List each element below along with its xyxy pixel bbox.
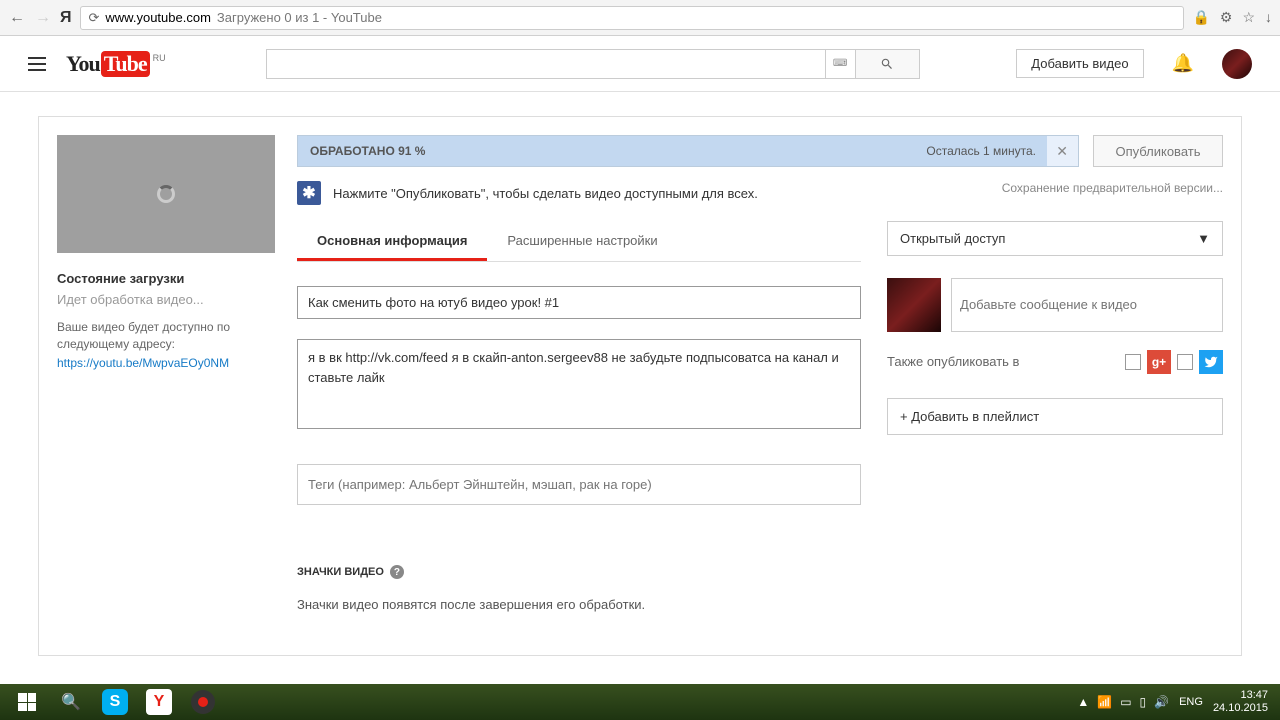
hint-text: Нажмите "Опубликовать", чтобы сделать ви… [333,186,758,201]
also-publish-label: Также опубликовать в [887,354,1019,369]
gplus-icon[interactable]: g+ [1147,350,1171,374]
share-row [887,278,1223,332]
recorder-taskbar-icon[interactable] [182,686,224,718]
upload-main: ОБРАБОТАНО 91 % Осталась 1 минута. ✕ Опу… [297,135,1223,637]
progress-eta: Осталась 1 минута. [926,144,1036,158]
right-column: Сохранение предварительной версии... Отк… [887,177,1223,612]
address-bar[interactable]: ⟳ www.youtube.com Загружено 0 из 1 - You… [80,6,1185,30]
upload-button[interactable]: Добавить видео [1016,49,1143,78]
forward-button[interactable]: → [34,9,52,27]
tab-basic[interactable]: Основная информация [297,223,487,261]
browser-right-icons: 🔒 ⚙ ☆ ↓ [1192,9,1272,26]
progress-bar: ОБРАБОТАНО 91 % Осталась 1 минута. ✕ [297,135,1079,167]
lock-icon[interactable]: 🔒 [1192,9,1209,26]
upload-status-title: Состояние загрузки [57,271,275,286]
progress-label: ОБРАБОТАНО 91 % [310,144,425,158]
search-button[interactable] [856,49,920,79]
progress-row: ОБРАБОТАНО 91 % Осталась 1 минута. ✕ Опу… [297,135,1223,167]
privacy-selected: Открытый доступ [900,231,1005,246]
video-tags-input[interactable] [297,464,861,505]
action-center-icon[interactable]: ▭ [1120,695,1131,709]
taskbar-left: 🔍 S Y [6,686,224,718]
taskbar: 🔍 S Y ▲ 📶 ▭ ▯ 🔊 ENG 13:47 24.10.2015 [0,684,1280,720]
notifications-icon[interactable]: 🔔 [1172,53,1194,74]
share-message-input[interactable] [951,278,1223,332]
help-icon[interactable]: ? [390,565,404,579]
tabs: Основная информация Расширенные настройк… [297,223,861,262]
url-text: www.youtube.com [105,10,211,25]
clock[interactable]: 13:47 24.10.2015 [1213,689,1274,715]
download-icon[interactable]: ↓ [1265,9,1272,26]
search-taskbar-icon[interactable]: 🔍 [50,686,92,718]
settings-icon[interactable]: ⚙ [1220,9,1233,26]
search-bar: ⌨ [266,49,957,79]
keyboard-icon[interactable]: ⌨ [826,49,856,79]
cancel-upload-icon[interactable]: ✕ [1056,143,1068,160]
share-avatar [887,278,941,332]
body-row: ✱ Нажмите "Опубликовать", чтобы сделать … [297,177,1223,612]
publish-button[interactable]: Опубликовать [1093,135,1223,167]
yandex-logo[interactable]: Я [60,9,72,27]
page-title-text: Загружено 0 из 1 - YouTube [217,10,382,25]
menu-icon[interactable] [28,57,46,71]
save-note: Сохранение предварительной версии... [887,181,1223,197]
skype-taskbar-icon[interactable]: S [94,686,136,718]
search-icon [880,57,894,71]
social-icons: g+ [1125,350,1223,374]
add-playlist-button[interactable]: + Добавить в плейлист [887,398,1223,435]
taskbar-right: ▲ 📶 ▭ ▯ 🔊 ENG 13:47 24.10.2015 [1077,689,1274,715]
upload-sidebar: Состояние загрузки Идет обработка видео.… [57,135,275,637]
yandex-taskbar-icon[interactable]: Y [138,686,180,718]
search-input[interactable] [266,49,826,79]
asterisk-icon: ✱ [297,181,321,205]
tab-advanced[interactable]: Расширенные настройки [487,223,677,261]
upload-status-desc: Ваше видео будет доступно по следующему … [57,319,275,353]
youtube-header: YouTube RU ⌨ Добавить видео 🔔 [0,36,1280,92]
language-indicator[interactable]: ENG [1179,696,1203,708]
browser-chrome-bar: ← → Я ⟳ www.youtube.com Загружено 0 из 1… [0,0,1280,36]
header-right: Добавить видео 🔔 [1016,49,1252,79]
region-label: RU [153,53,166,63]
upload-panel: Состояние загрузки Идет обработка видео.… [38,116,1242,656]
left-column: ✱ Нажмите "Опубликовать", чтобы сделать … [297,177,861,612]
twitter-icon[interactable] [1199,350,1223,374]
video-thumbnail [57,135,275,253]
youtube-logo[interactable]: YouTube RU [66,51,166,77]
thumbnails-title: ЗНАЧКИ ВИДЕО ? [297,565,861,579]
battery-icon[interactable]: ▯ [1140,695,1147,709]
user-avatar[interactable] [1222,49,1252,79]
privacy-dropdown[interactable]: Открытый доступ ▼ [887,221,1223,256]
back-button[interactable]: ← [8,9,26,27]
volume-icon[interactable]: 🔊 [1154,695,1169,709]
tray-up-icon[interactable]: ▲ [1077,695,1089,709]
gplus-checkbox[interactable] [1125,354,1141,370]
tray-icons[interactable]: ▲ 📶 ▭ ▯ 🔊 [1077,695,1169,709]
star-icon[interactable]: ☆ [1242,9,1255,26]
reload-icon[interactable]: ⟳ [89,10,100,26]
processing-spinner-icon [157,185,175,203]
content: Состояние загрузки Идет обработка видео.… [0,92,1280,680]
wifi-icon[interactable]: 📶 [1097,695,1112,709]
publish-hint: ✱ Нажмите "Опубликовать", чтобы сделать … [297,177,861,217]
video-title-input[interactable] [297,286,861,319]
upload-status-text: Идет обработка видео... [57,292,275,307]
start-button[interactable] [6,686,48,718]
thumbnails-desc: Значки видео появятся после завершения е… [297,597,861,612]
video-description-input[interactable]: я в <span class="underline">вк</span> ht… [297,339,861,429]
chevron-down-icon: ▼ [1197,231,1210,246]
twitter-checkbox[interactable] [1177,354,1193,370]
also-publish-row: Также опубликовать в g+ [887,350,1223,374]
video-url-link[interactable]: https://youtu.be/MwpvaEOy0NM [57,356,275,370]
